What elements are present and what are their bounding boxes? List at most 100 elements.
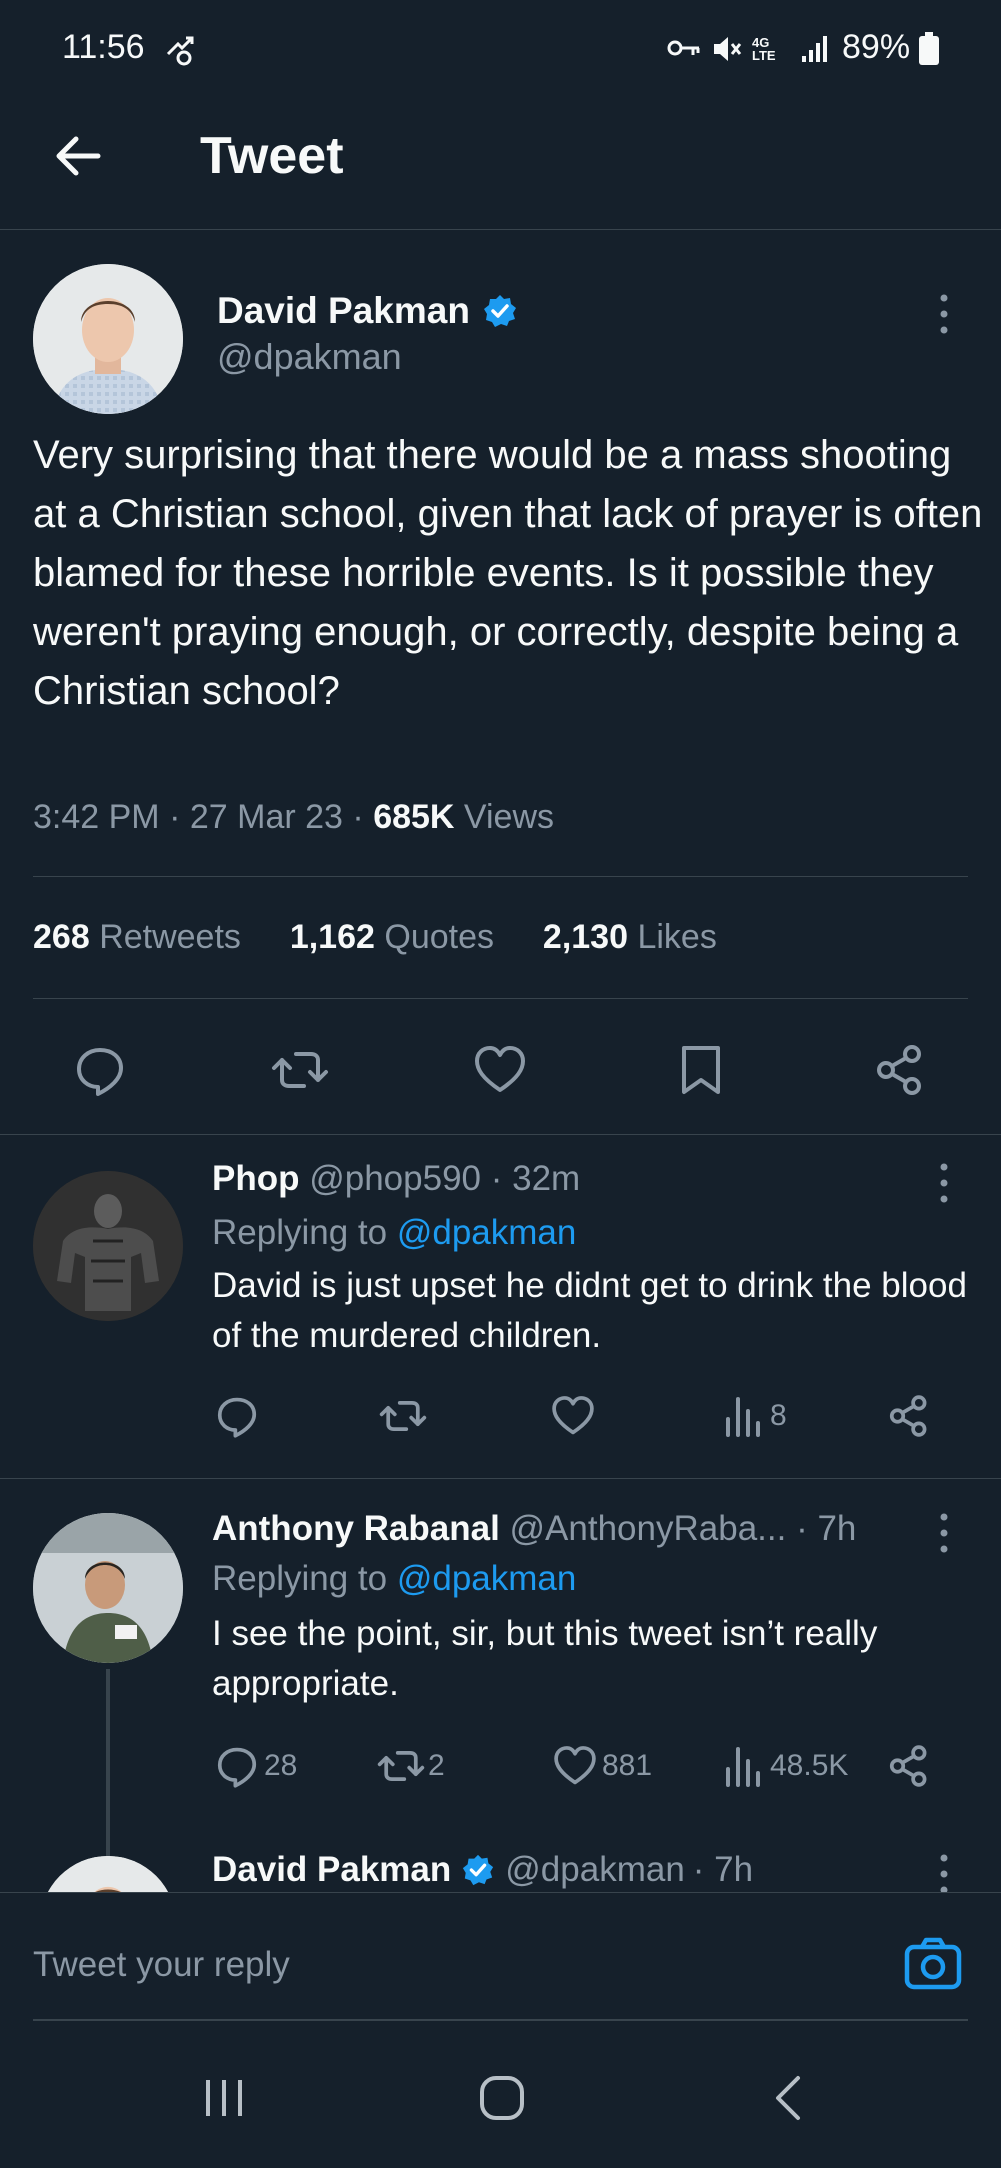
meta-divider	[33, 876, 968, 877]
reply-time: · 7h	[796, 1509, 857, 1548]
home-icon[interactable]	[478, 2074, 526, 2122]
header-bar: Tweet	[0, 100, 1001, 230]
retweet-count: 2	[428, 1749, 445, 1782]
reply-author-handle[interactable]: @dpakman	[505, 1850, 685, 1890]
header-divider	[0, 229, 1001, 230]
replying-to-line: Replying to @dpakman	[212, 1559, 576, 1599]
page-title: Tweet	[200, 127, 344, 185]
reply-header: David Pakman @dpakman · 7h	[212, 1850, 753, 1890]
reply-text: I see the point, sir, but this tweet isn…	[212, 1614, 878, 1703]
verified-badge-icon	[461, 1853, 495, 1887]
views-stat[interactable]: 48.5K	[722, 1743, 848, 1789]
share-icon[interactable]	[886, 1393, 932, 1439]
replying-to-line: Replying to @dpakman	[212, 1213, 576, 1253]
share-icon[interactable]	[872, 1042, 928, 1098]
status-bar: 11:56 4G LTE 89%	[0, 0, 1001, 100]
stats-divider	[33, 998, 968, 999]
author-avatar[interactable]	[33, 264, 183, 414]
retweets-count: 268	[33, 918, 90, 956]
retweets-stat[interactable]: 268 Retweets	[33, 918, 250, 956]
author-handle[interactable]: @dpakman	[217, 336, 402, 378]
reply-item[interactable]: Phop @phop590 · 32m Replying to @dpakman…	[0, 1135, 1001, 1477]
retweet-stat[interactable]: 2	[376, 1743, 445, 1789]
usb-transfer-icon	[162, 32, 198, 68]
recent-apps-icon[interactable]	[200, 2074, 248, 2122]
more-options-icon[interactable]	[932, 1850, 956, 1892]
quotes-count: 1,162	[289, 918, 375, 956]
reply-avatar[interactable]	[33, 1513, 183, 1663]
tweet-date: 27 Mar 23	[189, 798, 343, 836]
bookmark-icon[interactable]	[676, 1042, 726, 1098]
reply-icon[interactable]	[72, 1042, 128, 1098]
network-type-label: 4G LTE	[752, 35, 776, 63]
replying-to-link[interactable]: @dpakman	[397, 1559, 577, 1598]
views-bar-icon	[722, 1743, 762, 1789]
more-options-icon[interactable]	[932, 290, 956, 340]
likes-stat[interactable]: 2,130 Likes	[543, 918, 717, 956]
reply-avatar[interactable]	[40, 1856, 176, 1892]
mute-icon	[710, 32, 744, 66]
replying-to-link[interactable]: @dpakman	[397, 1213, 577, 1252]
meta-separator: ·	[169, 798, 190, 836]
like-heart-icon[interactable]	[550, 1393, 596, 1439]
camera-icon[interactable]	[904, 1937, 962, 1991]
reply-header: Phop @phop590 · 32m	[212, 1159, 580, 1199]
tweet-text: Very surprising that there would be a ma…	[33, 433, 983, 713]
like-stat[interactable]: 881	[552, 1743, 652, 1789]
retweet-icon[interactable]	[378, 1393, 428, 1439]
reply-stat[interactable]: 28	[214, 1743, 297, 1789]
like-heart-icon	[552, 1743, 598, 1789]
more-options-icon[interactable]	[932, 1509, 956, 1559]
meta-separator: ·	[352, 798, 374, 836]
retweets-label: Retweets	[99, 918, 241, 956]
reply-composer: Tweet your reply	[0, 1892, 1001, 2022]
reply-author-name[interactable]: Phop	[212, 1159, 299, 1198]
views-bar-icon	[722, 1393, 762, 1439]
system-nav-bar	[0, 2030, 1001, 2168]
reply-icon	[214, 1743, 260, 1789]
back-arrow-icon[interactable]	[50, 128, 106, 184]
composer-underline	[33, 2019, 968, 2021]
reply-author-handle[interactable]: @AnthonyRaba...	[510, 1509, 787, 1548]
views-label: Views	[463, 798, 555, 836]
quotes-label: Quotes	[384, 918, 494, 956]
reply-text: David is just upset he didnt get to drin…	[212, 1266, 967, 1355]
reply-author-name[interactable]: Anthony Rabanal	[212, 1509, 500, 1548]
reply-count: 28	[264, 1749, 298, 1782]
retweet-icon[interactable]	[270, 1042, 330, 1098]
views-stat[interactable]: 8	[722, 1393, 787, 1439]
views-count: 685K	[373, 798, 455, 836]
like-count: 881	[602, 1749, 653, 1782]
back-nav-icon[interactable]	[766, 2074, 814, 2122]
reply-header: Anthony Rabanal @AnthonyRaba... · 7h	[212, 1509, 856, 1549]
views-count: 48.5K	[770, 1749, 849, 1782]
replying-to-prefix: Replying to	[212, 1559, 388, 1598]
reply-item[interactable]: Anthony Rabanal @AnthonyRaba... · 7h Rep…	[0, 1479, 1001, 1889]
vpn-key-icon	[666, 36, 702, 60]
reply-author-handle[interactable]: @phop590	[309, 1159, 481, 1198]
quotes-stat[interactable]: 1,162 Quotes	[290, 918, 504, 956]
reply-time: · 7h	[692, 1850, 754, 1889]
reply-time: · 32m	[490, 1159, 581, 1198]
thread-line	[106, 1669, 110, 1869]
reply-icon[interactable]	[214, 1393, 260, 1439]
replying-to-prefix: Replying to	[212, 1213, 388, 1252]
reply-item[interactable]: David Pakman @dpakman · 7h	[0, 1840, 1001, 1892]
reply-input[interactable]: Tweet your reply	[33, 1945, 290, 1985]
likes-label: Likes	[637, 918, 717, 956]
retweet-icon	[376, 1743, 426, 1789]
battery-percent: 89%	[842, 28, 911, 66]
signal-icon	[800, 30, 834, 64]
status-time: 11:56	[62, 28, 145, 66]
author-name[interactable]: David Pakman	[217, 290, 470, 332]
tweet-time: 3:42 PM	[33, 798, 160, 836]
battery-icon	[918, 32, 940, 66]
reply-author-name[interactable]: David Pakman	[212, 1850, 451, 1890]
tweet-meta: 3:42 PM · 27 Mar 23 · 685K Views	[33, 798, 554, 837]
main-action-bar	[0, 1040, 1001, 1100]
verified-badge-icon	[482, 293, 518, 329]
more-options-icon[interactable]	[932, 1159, 956, 1209]
reply-avatar[interactable]	[33, 1171, 183, 1321]
like-heart-icon[interactable]	[472, 1042, 528, 1098]
share-icon[interactable]	[886, 1743, 932, 1789]
